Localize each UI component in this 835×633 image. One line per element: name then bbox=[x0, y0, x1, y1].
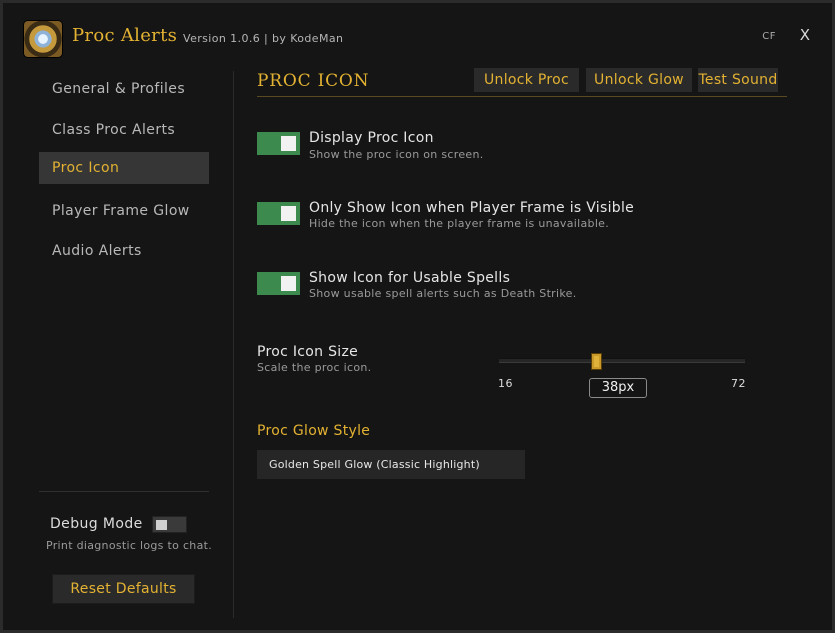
proc-glow-style-dropdown[interactable]: Golden Spell Glow (Classic Highlight) bbox=[257, 450, 525, 479]
close-button[interactable]: X bbox=[800, 26, 810, 44]
debug-mode-label: Debug Mode bbox=[50, 516, 143, 532]
toggle-knob bbox=[156, 520, 167, 530]
display-proc-icon-description: Show the proc icon on screen. bbox=[309, 148, 484, 161]
app-title: Proc Alerts bbox=[72, 25, 178, 46]
display-proc-icon-title: Display Proc Icon bbox=[309, 130, 434, 146]
proc-icon-size-slider[interactable] bbox=[499, 358, 745, 363]
display-proc-icon-toggle[interactable] bbox=[257, 132, 300, 155]
sidebar-item-player-frame-glow[interactable]: Player Frame Glow bbox=[39, 193, 209, 225]
settings-window: Proc Alerts Version 1.0.6 | by KodeMan C… bbox=[0, 0, 835, 633]
slider-min-label: 16 bbox=[498, 377, 513, 390]
window-header: Proc Alerts Version 1.0.6 | by KodeMan C… bbox=[3, 3, 832, 71]
proc-alerts-logo-icon bbox=[24, 21, 62, 57]
toggle-knob bbox=[281, 206, 296, 221]
debug-mode-description: Print diagnostic logs to chat. bbox=[46, 539, 213, 552]
sidebar-item-class-proc-alerts[interactable]: Class Proc Alerts bbox=[39, 112, 209, 144]
player-frame-visible-toggle[interactable] bbox=[257, 202, 300, 225]
proc-icon-size-title: Proc Icon Size bbox=[257, 344, 359, 360]
test-sound-button[interactable]: Test Sound bbox=[698, 68, 778, 92]
slider-max-label: 72 bbox=[731, 377, 746, 390]
section-title: PROC ICON bbox=[257, 71, 370, 91]
sidebar-divider bbox=[233, 71, 234, 618]
toggle-knob bbox=[281, 136, 296, 151]
sidebar-item-audio-alerts[interactable]: Audio Alerts bbox=[39, 233, 209, 265]
section-divider bbox=[257, 96, 787, 97]
sidebar-item-general-profiles[interactable]: General & Profiles bbox=[39, 71, 209, 103]
unlock-glow-button[interactable]: Unlock Glow bbox=[586, 68, 692, 92]
proc-icon-size-value-input[interactable]: 38px bbox=[589, 378, 647, 398]
player-frame-visible-description: Hide the icon when the player frame is u… bbox=[309, 217, 610, 230]
slider-thumb[interactable] bbox=[591, 353, 602, 370]
unlock-proc-button[interactable]: Unlock Proc bbox=[474, 68, 579, 92]
usable-spells-description: Show usable spell alerts such as Death S… bbox=[309, 287, 577, 300]
cf-button[interactable]: CF bbox=[762, 31, 776, 42]
sidebar-bottom-divider bbox=[39, 491, 209, 492]
usable-spells-toggle[interactable] bbox=[257, 272, 300, 295]
debug-mode-toggle[interactable] bbox=[152, 516, 187, 533]
usable-spells-title: Show Icon for Usable Spells bbox=[309, 270, 511, 286]
toggle-knob bbox=[281, 276, 296, 291]
reset-defaults-button[interactable]: Reset Defaults bbox=[52, 574, 195, 604]
proc-icon-size-description: Scale the proc icon. bbox=[257, 361, 372, 374]
player-frame-visible-title: Only Show Icon when Player Frame is Visi… bbox=[309, 200, 635, 216]
version-label: Version 1.0.6 | by KodeMan bbox=[183, 32, 344, 45]
sidebar-item-proc-icon[interactable]: Proc Icon bbox=[39, 152, 209, 184]
proc-glow-style-title: Proc Glow Style bbox=[257, 423, 371, 439]
sidebar-nav: General & Profiles Class Proc Alerts Pro… bbox=[39, 71, 209, 274]
